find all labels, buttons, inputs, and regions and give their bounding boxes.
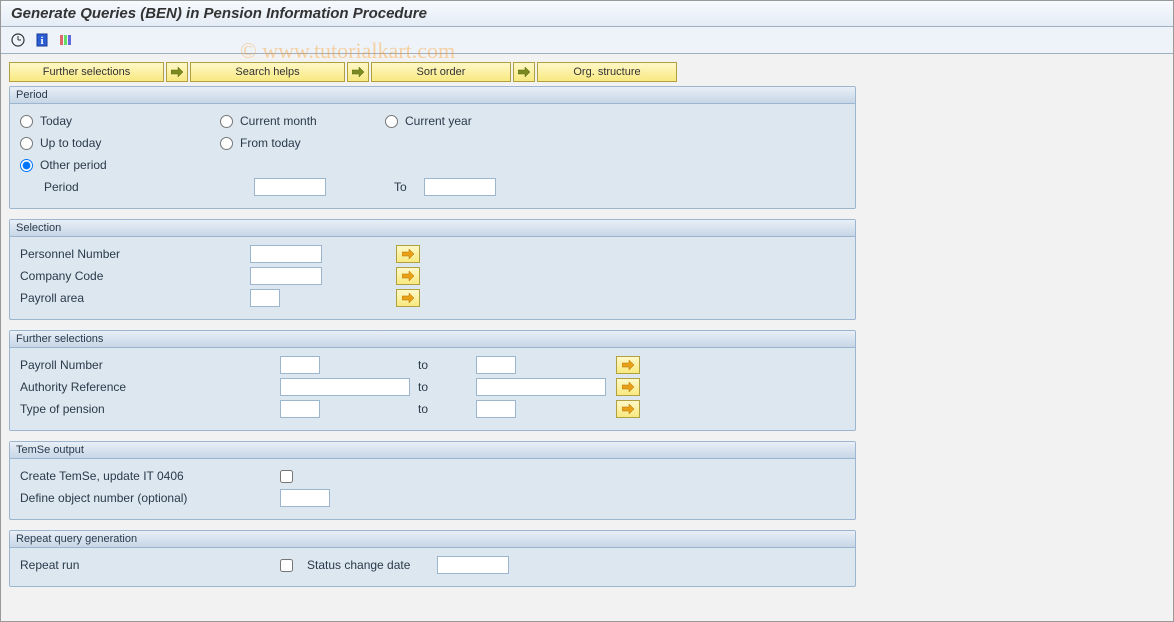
info-icon[interactable]: i	[33, 31, 51, 49]
repeat-group: Repeat query generation Repeat run Statu…	[9, 530, 856, 587]
type-of-pension-multi-button[interactable]	[616, 400, 640, 418]
status-change-date-label: Status change date	[307, 558, 437, 572]
type-of-pension-to-input[interactable]	[476, 400, 516, 418]
app-toolbar: i	[1, 27, 1173, 54]
payroll-number-to-label: to	[418, 358, 476, 372]
type-of-pension-from-input[interactable]	[280, 400, 320, 418]
company-code-input[interactable]	[250, 267, 322, 285]
repeat-group-title: Repeat query generation	[10, 531, 855, 548]
period-to-label: To	[394, 180, 424, 194]
radio-other-period[interactable]: Other period	[20, 158, 220, 172]
authority-reference-to-label: to	[418, 380, 476, 394]
further-selections-button[interactable]: Further selections	[9, 62, 164, 82]
further-selections-group-title: Further selections	[10, 331, 855, 348]
selection-group-title: Selection	[10, 220, 855, 237]
personnel-number-multi-button[interactable]	[396, 245, 420, 263]
search-helps-arrow[interactable]	[166, 62, 188, 82]
radio-current-year-label: Current year	[405, 114, 472, 128]
create-temse-checkbox[interactable]	[280, 470, 293, 483]
radio-today-label: Today	[40, 114, 72, 128]
temse-group: TemSe output Create TemSe, update IT 040…	[9, 441, 856, 520]
period-from-label: Period	[44, 180, 254, 194]
radio-current-year[interactable]: Current year	[385, 114, 472, 128]
personnel-number-input[interactable]	[250, 245, 322, 263]
payroll-number-from-input[interactable]	[280, 356, 320, 374]
org-structure-arrow[interactable]	[513, 62, 535, 82]
radio-up-to-today-label: Up to today	[40, 136, 101, 150]
personnel-number-label: Personnel Number	[20, 247, 250, 261]
radio-current-month-label: Current month	[240, 114, 317, 128]
period-group-title: Period	[10, 87, 855, 104]
variant-icon[interactable]	[57, 31, 75, 49]
radio-other-period-label: Other period	[40, 158, 107, 172]
period-group: Period Today Current month Current year …	[9, 86, 856, 209]
create-temse-label: Create TemSe, update IT 0406	[20, 469, 280, 483]
payroll-area-multi-button[interactable]	[396, 289, 420, 307]
define-object-number-input[interactable]	[280, 489, 330, 507]
selection-button-row: Further selections Search helps Sort ord…	[9, 62, 1165, 82]
status-change-date-input[interactable]	[437, 556, 509, 574]
payroll-number-label: Payroll Number	[20, 358, 280, 372]
repeat-run-checkbox[interactable]	[280, 559, 293, 572]
type-of-pension-to-label: to	[418, 402, 476, 416]
radio-from-today-label: From today	[240, 136, 301, 150]
sort-order-button[interactable]: Sort order	[371, 62, 511, 82]
authority-reference-multi-button[interactable]	[616, 378, 640, 396]
temse-group-title: TemSe output	[10, 442, 855, 459]
define-object-number-label: Define object number (optional)	[20, 491, 280, 505]
sort-order-arrow[interactable]	[347, 62, 369, 82]
period-from-input[interactable]	[254, 178, 326, 196]
payroll-area-input[interactable]	[250, 289, 280, 307]
execute-icon[interactable]	[9, 31, 27, 49]
payroll-number-to-input[interactable]	[476, 356, 516, 374]
search-helps-button[interactable]: Search helps	[190, 62, 345, 82]
selection-group: Selection Personnel Number Company Code …	[9, 219, 856, 320]
payroll-area-label: Payroll area	[20, 291, 250, 305]
radio-today[interactable]: Today	[20, 114, 220, 128]
authority-reference-from-input[interactable]	[280, 378, 410, 396]
repeat-run-label: Repeat run	[20, 558, 280, 572]
further-selections-group: Further selections Payroll Number to Aut…	[9, 330, 856, 431]
page-title: Generate Queries (BEN) in Pension Inform…	[1, 1, 1173, 27]
authority-reference-to-input[interactable]	[476, 378, 606, 396]
authority-reference-label: Authority Reference	[20, 380, 280, 394]
radio-from-today[interactable]: From today	[220, 136, 385, 150]
company-code-label: Company Code	[20, 269, 250, 283]
content-area: Further selections Search helps Sort ord…	[1, 54, 1173, 605]
radio-up-to-today[interactable]: Up to today	[20, 136, 220, 150]
org-structure-button[interactable]: Org. structure	[537, 62, 677, 82]
type-of-pension-label: Type of pension	[20, 402, 280, 416]
radio-current-month[interactable]: Current month	[220, 114, 385, 128]
period-to-input[interactable]	[424, 178, 496, 196]
company-code-multi-button[interactable]	[396, 267, 420, 285]
payroll-number-multi-button[interactable]	[616, 356, 640, 374]
svg-text:i: i	[40, 35, 43, 47]
